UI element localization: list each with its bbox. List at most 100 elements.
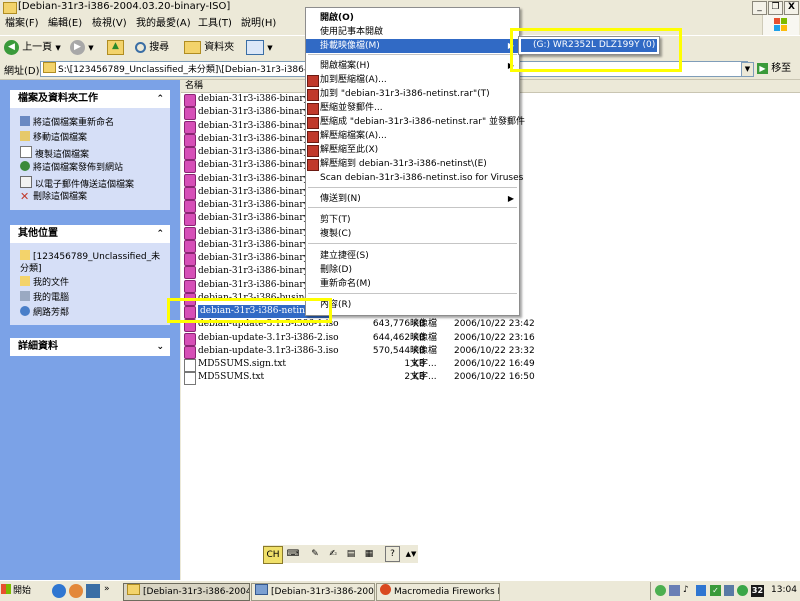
- file-date: 2006/10/22 23:16: [454, 332, 535, 343]
- menu-edit[interactable]: 編輯(E): [48, 17, 82, 31]
- tray-device-icon[interactable]: [724, 585, 734, 596]
- context-menu-item[interactable]: 掛載映像檔(M) ▶: [306, 39, 519, 53]
- other-places-header[interactable]: 其他位置 ⌃: [10, 225, 170, 243]
- place-my-computer[interactable]: 我的電腦: [20, 291, 69, 304]
- soft-keyboard-icon[interactable]: ▦: [361, 546, 377, 562]
- quicklaunch-outlook-icon[interactable]: [69, 584, 83, 598]
- tray-globe-icon[interactable]: [737, 585, 748, 596]
- quicklaunch-ie-icon[interactable]: [52, 584, 66, 598]
- restore-button[interactable]: ❐: [768, 1, 783, 15]
- tray-badge[interactable]: 32: [751, 585, 764, 597]
- context-menu-item[interactable]: 建立捷徑(S): [306, 249, 519, 263]
- tray-shield-icon[interactable]: [696, 585, 706, 596]
- context-menu-item[interactable]: 傳送到(N) ▶: [306, 192, 519, 206]
- pad-icon[interactable]: ✍: [325, 546, 341, 562]
- details-header[interactable]: 詳細資料 ⌄: [10, 338, 170, 356]
- context-menu-item[interactable]: 解壓縮檔案(A)...: [306, 129, 519, 143]
- file-row[interactable]: MD5SUMS.txt 2 KB 文字... 2006/10/22 16:50: [184, 371, 800, 386]
- context-menu-label: 刪除(D): [320, 265, 352, 275]
- iso-file-icon: [184, 94, 196, 107]
- place-network[interactable]: 網路芳鄰: [20, 306, 69, 319]
- details-panel: 詳細資料 ⌄: [10, 338, 170, 356]
- task-rename[interactable]: 將這個檔案重新命名: [20, 116, 114, 129]
- close-button[interactable]: X: [784, 1, 799, 15]
- menu-file[interactable]: 檔案(F): [5, 17, 39, 31]
- keyboard-icon[interactable]: ⌨: [285, 546, 301, 562]
- task-email[interactable]: 以電子郵件傳送這個檔案: [20, 176, 134, 191]
- tray-speaker-icon[interactable]: ♪: [683, 585, 689, 595]
- task-label-3: Macromedia Fireworks M...: [394, 587, 499, 597]
- iso-file-icon: [184, 213, 196, 227]
- column-header-name[interactable]: 名稱: [185, 80, 203, 92]
- iso-file-icon: [184, 226, 196, 240]
- forward-button[interactable]: ▶ ▼: [70, 39, 94, 56]
- context-menu-item[interactable]: 壓縮並發郵件...: [306, 101, 519, 115]
- highlight-box-submenu: [510, 28, 682, 72]
- context-menu-item[interactable]: 加到壓縮檔(A)...: [306, 73, 519, 87]
- ime-button[interactable]: CH: [263, 546, 283, 564]
- menu-tools[interactable]: 工具(T): [198, 17, 232, 31]
- task-button-fireworks[interactable]: Macromedia Fireworks M...: [376, 583, 500, 601]
- context-menu-item[interactable]: 刪除(D): [306, 263, 519, 277]
- folders-button[interactable]: 資料夾: [184, 39, 234, 56]
- place-parent-folder[interactable]: [123456789_Unclassified_未分類]: [20, 250, 165, 275]
- task-move-label: 移動這個檔案: [33, 133, 88, 143]
- menu-help[interactable]: 說明(H): [241, 17, 276, 31]
- task-copy[interactable]: 複製這個檔案: [20, 146, 89, 161]
- file-date: 2006/10/22 23:42: [454, 319, 535, 330]
- context-menu-item[interactable]: 使用記事本開啟: [306, 25, 519, 39]
- menu-separator: [308, 207, 517, 208]
- menu-favorites[interactable]: 我的最愛(A): [136, 17, 191, 31]
- tray-check-icon[interactable]: ✓: [710, 585, 721, 596]
- task-move[interactable]: 移動這個檔案: [20, 131, 87, 144]
- quicklaunch-chevron-icon[interactable]: »: [104, 584, 110, 594]
- options-arrow-icon[interactable]: ▲▼: [403, 546, 419, 562]
- tray-audio-icon[interactable]: [669, 585, 680, 596]
- context-menu-label: 加到 "debian-31r3-i386-netinst.rar"(T): [320, 89, 490, 99]
- go-button[interactable]: ▶ 移至: [757, 61, 797, 76]
- context-menu-item[interactable]: 剪下(T): [306, 213, 519, 227]
- tool-icon[interactable]: ✎: [307, 546, 323, 562]
- file-row[interactable]: debian-update-3.1r3-i386-2.iso 644,462 KB…: [184, 332, 800, 346]
- context-menu-item[interactable]: 內容(R): [306, 298, 519, 312]
- quicklaunch-media-icon[interactable]: [86, 584, 100, 598]
- back-button[interactable]: ◀ 上一頁 ▼: [4, 39, 61, 56]
- place-my-computer-label: 我的電腦: [33, 293, 70, 303]
- start-button[interactable]: 開始: [1, 583, 43, 599]
- task-button-explorer-2[interactable]: [Debian-31r3-i386-2004....: [251, 583, 375, 601]
- context-menu-label: 使用記事本開啟: [320, 27, 384, 37]
- computer-icon: [20, 291, 30, 301]
- file-row[interactable]: debian-update-3.1r3-i386-3.iso 570,544 KB…: [184, 345, 800, 359]
- window-title: [Debian-31r3-i386-2004.03.20-binary-ISO]: [18, 1, 231, 12]
- address-dropdown-button[interactable]: ▼: [741, 62, 754, 77]
- context-menu-item[interactable]: 開啟檔案(H) ▶: [306, 59, 519, 73]
- file-name: debian-update-3.1r3-i386-3.iso: [198, 345, 339, 356]
- context-menu-item[interactable]: Scan debian-31r3-i386-netinst.iso for Vi…: [306, 171, 523, 185]
- file-tasks-header[interactable]: 檔案及資料夾工作 ⌃: [10, 90, 170, 108]
- search-button[interactable]: 搜尋: [135, 39, 169, 56]
- context-menu-label: 剪下(T): [320, 215, 351, 225]
- help-icon[interactable]: ?: [385, 546, 400, 562]
- context-menu-label: 開啟檔案(H): [320, 61, 370, 71]
- notepad-icon[interactable]: ▤: [343, 546, 359, 562]
- task-delete[interactable]: ✕ 刪除這個檔案: [20, 191, 87, 203]
- task-publish[interactable]: 將這個檔案發佈到網站: [20, 161, 123, 174]
- views-button[interactable]: ▼: [246, 39, 273, 56]
- minimize-button[interactable]: _: [752, 1, 767, 15]
- place-my-documents[interactable]: 我的文件: [20, 276, 69, 289]
- context-menu-item[interactable]: 解壓縮到 debian-31r3-i386-netinst\(E): [306, 157, 519, 171]
- place-network-label: 網路芳鄰: [33, 308, 70, 318]
- context-menu-item[interactable]: 重新命名(M): [306, 277, 519, 291]
- context-menu-item[interactable]: 開啟(O): [306, 11, 519, 25]
- file-row[interactable]: MD5SUMS.sign.txt 1 KB 文字... 2006/10/22 16:4…: [184, 358, 800, 372]
- context-menu-label: 傳送到(N): [320, 194, 361, 204]
- folders-label: 資料夾: [204, 42, 235, 53]
- context-menu-item[interactable]: 加到 "debian-31r3-i386-netinst.rar"(T): [306, 87, 519, 101]
- menu-view[interactable]: 檢視(V): [92, 17, 127, 31]
- context-menu-item[interactable]: 壓縮成 "debian-31r3-i386-netinst.rar" 並發郵件: [306, 115, 525, 129]
- context-menu-item[interactable]: 複製(C): [306, 227, 519, 241]
- task-button-explorer-1[interactable]: [Debian-31r3-i386-2004....: [123, 583, 250, 601]
- up-folder-button[interactable]: ▲: [107, 39, 124, 56]
- context-menu-item[interactable]: 解壓縮至此(X): [306, 143, 519, 157]
- tray-network-icon[interactable]: [655, 585, 666, 596]
